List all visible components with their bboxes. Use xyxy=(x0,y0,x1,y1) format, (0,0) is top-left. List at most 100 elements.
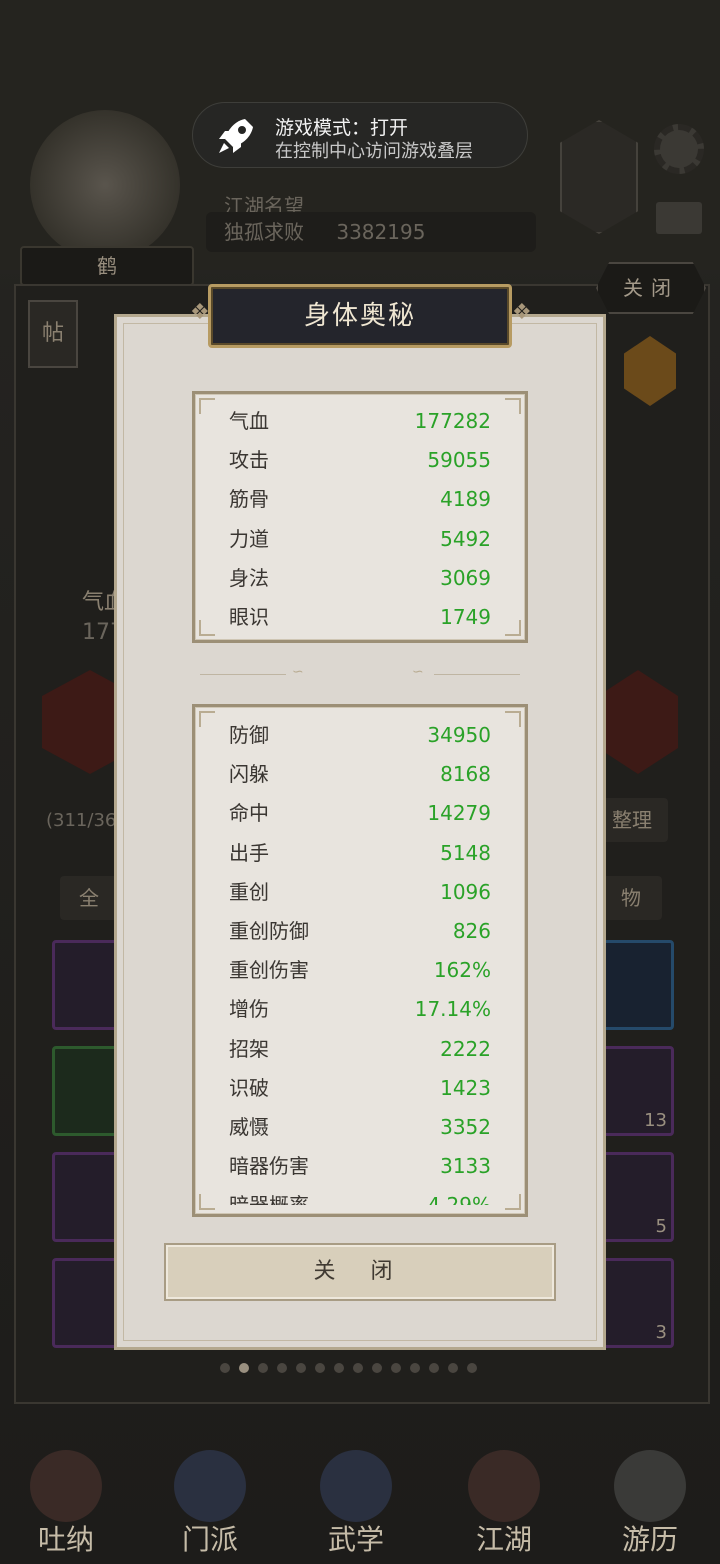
stat-value: 5492 xyxy=(440,526,491,551)
page-dot xyxy=(315,1363,325,1373)
fame-row: 独孤求败 3382195 xyxy=(206,212,536,252)
slot-count: 13 xyxy=(644,1110,667,1131)
item-slot: 13 xyxy=(602,1046,674,1136)
stat-value: 4189 xyxy=(440,487,491,512)
stat-label: 威慑 xyxy=(229,1115,269,1139)
menpai-icon xyxy=(174,1450,246,1522)
nav-tuna[interactable]: 吐纳 xyxy=(16,1446,116,1556)
stat-label: 筋骨 xyxy=(229,487,269,512)
stat-label: 气血 xyxy=(229,409,269,433)
item-slot: 3 xyxy=(602,1258,674,1348)
player-avatar xyxy=(30,110,180,260)
stat-label: 防御 xyxy=(229,723,269,747)
divider-line xyxy=(200,674,286,675)
stat-label: 眼识 xyxy=(229,605,269,629)
nav-label: 吐纳 xyxy=(37,1523,94,1556)
nav-wuxue[interactable]: 武学 xyxy=(306,1446,406,1556)
modal-title: 身体奥秘 xyxy=(303,301,416,331)
corner-ornament xyxy=(505,620,521,636)
divider-ornament-icon: ∽ xyxy=(412,664,424,680)
stat-row: 威慑 3352 xyxy=(229,1108,491,1147)
slot-count: 3 xyxy=(655,1322,667,1343)
game-mode-toast[interactable]: 游戏模式：打开 在控制中心访问游戏叠层 xyxy=(192,102,528,168)
stat-row: 暗器概率 4.29% xyxy=(229,1186,491,1205)
corner-ornament xyxy=(199,620,215,636)
nav-jianghu[interactable]: 江湖 xyxy=(454,1446,554,1556)
stat-value: 162% xyxy=(433,958,491,983)
page-dot xyxy=(429,1363,439,1373)
stat-label: 身法 xyxy=(229,565,269,590)
stat-row: 重创伤害 162% xyxy=(229,951,491,990)
page-dot xyxy=(467,1363,477,1373)
page-dot xyxy=(391,1363,401,1373)
wuxue-icon xyxy=(320,1450,392,1522)
stat-label: 识破 xyxy=(229,1075,269,1100)
slot-count: 5 xyxy=(655,1216,667,1237)
page-dot xyxy=(277,1363,287,1373)
stat-value: 59055 xyxy=(427,448,491,473)
page-dot xyxy=(448,1363,458,1373)
page-dot xyxy=(258,1363,268,1373)
stat-value: 1749 xyxy=(440,605,491,629)
stat-value: 177282 xyxy=(414,409,491,433)
stat-row: 出手 5148 xyxy=(229,834,491,873)
stat-label: 暗器伤害 xyxy=(229,1154,309,1179)
page-dot xyxy=(296,1363,306,1373)
stat-value: 826 xyxy=(452,919,491,943)
nav-label: 江湖 xyxy=(475,1523,532,1556)
page-dot xyxy=(372,1363,382,1373)
stat-value: 8168 xyxy=(440,762,491,787)
stat-row: 身法 3069 xyxy=(229,559,491,598)
stat-row: 眼识 1749 xyxy=(229,598,491,637)
stat-value: 5148 xyxy=(440,840,491,865)
nav-youli[interactable]: 游历 xyxy=(600,1446,700,1556)
stat-row: 招架 2222 xyxy=(229,1030,491,1069)
stat-row: 暗器伤害 3133 xyxy=(229,1147,491,1186)
jianghu-icon xyxy=(468,1450,540,1522)
stat-row: 重创防御 826 xyxy=(229,912,491,951)
stat-row: 力道 5492 xyxy=(229,520,491,559)
rocket-icon xyxy=(219,119,253,153)
mail-icon xyxy=(656,202,702,234)
stat-row: 闪躲 8168 xyxy=(229,755,491,794)
corner-ornament xyxy=(199,398,215,414)
stat-label: 命中 xyxy=(229,801,269,826)
combat-stats-scroll[interactable]: 防御 34950 闪躲 8168 命中 14279 出手 5148 重创 1096 重创防御 826 重… xyxy=(195,715,525,1205)
stat-label: 攻击 xyxy=(229,448,269,473)
item-slot xyxy=(602,940,674,1030)
stat-value: 2222 xyxy=(440,1036,491,1061)
page-dot xyxy=(410,1363,420,1373)
page-dot xyxy=(239,1363,249,1373)
page-dot xyxy=(353,1363,363,1373)
toast-subtitle: 在控制中心访问游戏叠层 xyxy=(275,141,473,162)
modal-close-button[interactable]: 关 闭 xyxy=(164,1243,556,1301)
stat-label: 暗器概率 xyxy=(229,1186,309,1205)
stat-label: 重创防御 xyxy=(229,919,309,943)
filter-all-tab: 全 xyxy=(60,876,118,920)
gear-icon xyxy=(654,124,704,174)
player-name: 鹤 xyxy=(20,246,194,286)
stat-value: 1096 xyxy=(440,879,491,904)
stat-value: 14279 xyxy=(427,801,491,826)
stat-label: 增伤 xyxy=(229,997,269,1022)
stat-value: 4.29% xyxy=(427,1186,491,1205)
youli-icon xyxy=(614,1450,686,1522)
bag-close-button: 关闭 xyxy=(596,262,706,314)
stat-value: 17.14% xyxy=(414,997,491,1022)
nav-label: 门派 xyxy=(181,1523,238,1556)
stat-row: 攻击 59055 xyxy=(229,441,491,480)
combat-stats-panel[interactable]: 防御 34950 闪躲 8168 命中 14279 出手 5148 重创 1096 重创防御 826 重… xyxy=(192,704,528,1217)
modal-title-plate: 身体奥秘 xyxy=(208,284,512,348)
page-dot xyxy=(334,1363,344,1373)
base-stats-panel: 气血 177282 攻击 59055 筋骨 4189 力道 5492 身法 3069 眼识 1749 xyxy=(192,391,528,643)
stat-row: 增伤 17.14% xyxy=(229,990,491,1029)
filter-item-tab: 物 xyxy=(600,876,662,920)
stat-value: 1423 xyxy=(440,1075,491,1100)
stat-label: 招架 xyxy=(229,1036,269,1061)
sort-button: 整理 xyxy=(596,798,668,842)
toast-title: 游戏模式：打开 xyxy=(275,117,409,139)
nav-menpai[interactable]: 门派 xyxy=(160,1446,260,1556)
title-ornament-right-icon: ❖ xyxy=(512,300,532,325)
stat-label: 重创 xyxy=(229,879,269,904)
stat-label: 出手 xyxy=(229,840,269,865)
